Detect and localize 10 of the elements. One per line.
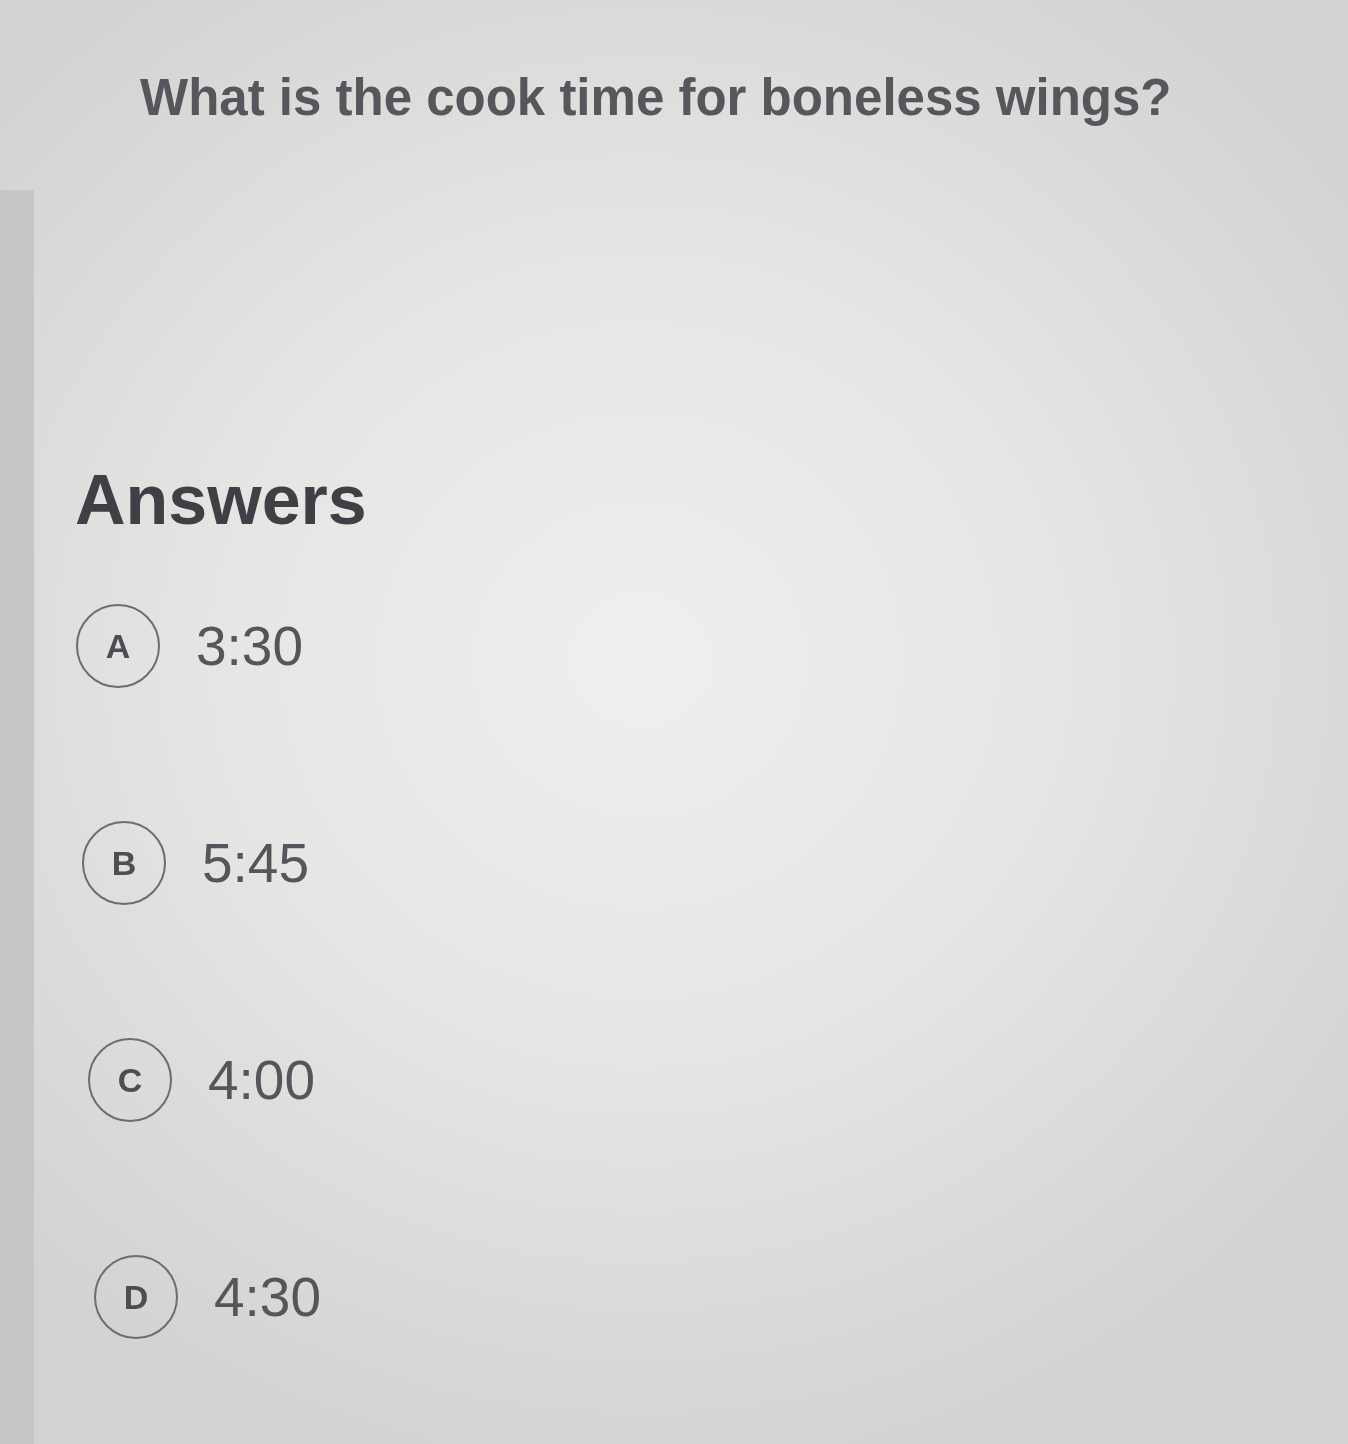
answer-option[interactable]: D 4:30 (94, 1255, 322, 1339)
option-letter: A (76, 604, 160, 688)
answer-option[interactable]: A 3:30 (76, 604, 304, 688)
question-text: What is the cook time for boneless wings? (140, 70, 1172, 126)
answer-option[interactable]: B 5:45 (82, 821, 310, 905)
answers-heading: Answers (75, 460, 367, 540)
option-letter: C (88, 1038, 172, 1122)
answer-option[interactable]: C 4:00 (88, 1038, 316, 1122)
option-letter: B (82, 821, 166, 905)
option-letter: D (94, 1255, 178, 1339)
